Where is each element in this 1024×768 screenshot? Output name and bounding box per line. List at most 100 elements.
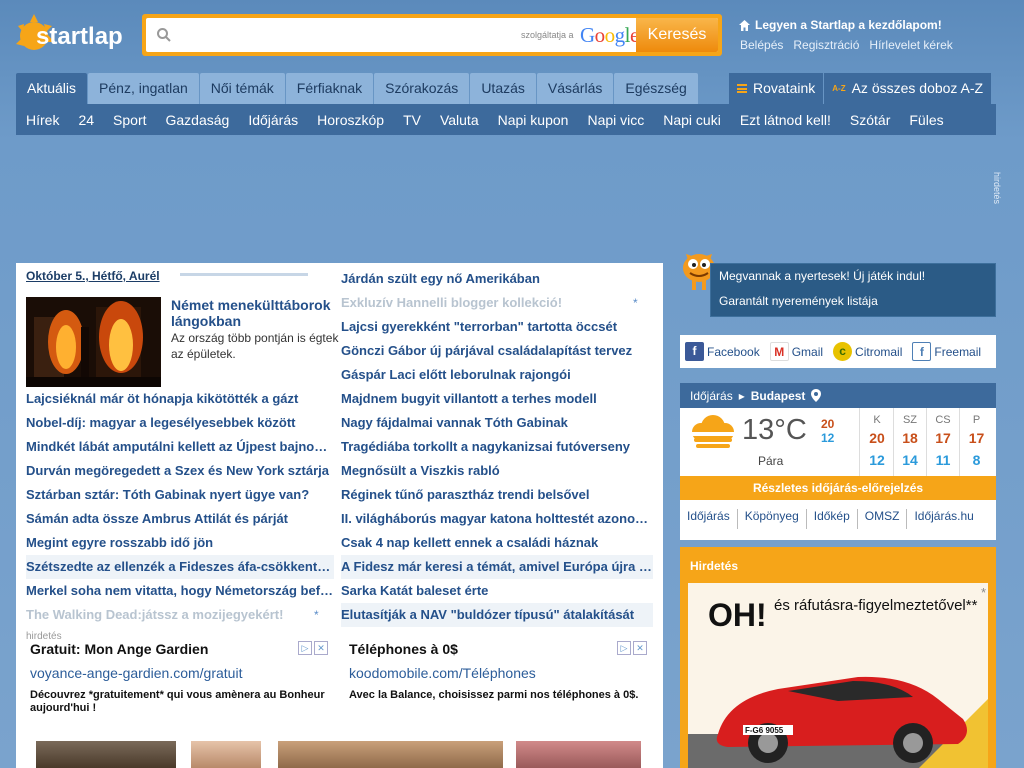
news-headline-link[interactable]: Járdán szült egy nő Amerikában — [341, 267, 653, 291]
news-headline-link[interactable]: Merkel soha nem vitatta, hogy Németorszá… — [26, 579, 334, 603]
thumbnail-image[interactable] — [36, 741, 176, 768]
news-headline-link[interactable]: Lajcsiéknál már öt hónapja kikötötték a … — [26, 387, 334, 411]
search-button[interactable]: Keresés — [636, 18, 718, 52]
text-ad-1[interactable]: Gratuit: Mon Ange Gardien voyance-ange-g… — [30, 641, 328, 731]
text-ad-2[interactable]: Téléphones à 0$ koodomobile.com/Téléphon… — [349, 641, 647, 731]
subnav-ezt-latnod-kell[interactable]: Ezt látnod kell! — [740, 112, 831, 128]
news-headline-link[interactable]: Gáspár Laci előtt leborulnak rajongói — [341, 363, 653, 387]
main-tabs: Aktuális Pénz, ingatlan Női témák Férfia… — [16, 73, 699, 104]
adchoices-icon[interactable]: ▷ — [298, 641, 312, 655]
tab-aktualis[interactable]: Aktuális — [16, 73, 88, 104]
ad-slogan: és ráfutásra-figyelmeztetővel** — [774, 597, 978, 614]
close-icon[interactable]: ✕ — [633, 641, 647, 655]
news-headline-link[interactable]: Mindkét lábát amputálni kellett az Újpes… — [26, 435, 334, 459]
register-link[interactable]: Regisztráció — [793, 38, 859, 52]
subnav-gazdasag[interactable]: Gazdaság — [166, 112, 230, 128]
gmail-link[interactable]: M Gmail — [769, 342, 823, 361]
news-headline-link[interactable]: Elutasítják a NAV "buldózer típusú" átal… — [341, 603, 653, 627]
tab-noi-temak[interactable]: Női témák — [199, 73, 285, 104]
set-homepage-link[interactable]: Legyen a Startlap a kezdőlapom! — [739, 18, 953, 32]
tab-utazas[interactable]: Utazás — [470, 73, 536, 104]
close-icon[interactable]: ✕ — [314, 641, 328, 655]
news-headline-link[interactable]: II. világháborús magyar katona holttesté… — [341, 507, 653, 531]
tab-szorakozas[interactable]: Szórakozás — [374, 73, 470, 104]
subnav-napi-vicc[interactable]: Napi vicc — [587, 112, 644, 128]
tab-penz-ingatlan[interactable]: Pénz, ingatlan — [88, 73, 199, 104]
news-headline-link[interactable]: Lajcsi gyerekként "terrorban" tartotta ö… — [341, 315, 653, 339]
az-icon: A-Z — [832, 84, 846, 93]
game-prizes-link[interactable]: Garantált nyeremények listája — [711, 289, 995, 314]
ad-url[interactable]: koodomobile.com/Téléphones — [349, 665, 647, 681]
news-headline-link[interactable]: Gönczi Gábor új párjával családalapítást… — [341, 339, 653, 363]
subnav-24[interactable]: 24 — [78, 112, 94, 128]
weather-link-idokep[interactable]: Időkép — [807, 509, 858, 529]
search-input[interactable] — [180, 24, 510, 46]
forecast-day[interactable]: SZ 18 14 — [894, 408, 927, 476]
tab-egeszseg[interactable]: Egészség — [614, 73, 698, 104]
all-boxes-button[interactable]: A-Z Az összes doboz A-Z — [824, 73, 992, 104]
forecast-day[interactable]: CS 17 11 — [927, 408, 960, 476]
subnav-napi-kupon[interactable]: Napi kupon — [498, 112, 569, 128]
promo-headline-link[interactable]: The Walking Dead:játssz a mozijegyekért! — [26, 603, 334, 627]
news-headline-link[interactable]: Sámán adta össze Ambrus Attilát és párjá… — [26, 507, 334, 531]
news-headline-link[interactable]: Sarka Katát baleset érte — [341, 579, 653, 603]
news-headline-link[interactable]: Szétszedte az ellenzék a Fideszes áfa-cs… — [26, 555, 334, 579]
login-link[interactable]: Belépés — [740, 38, 783, 52]
weather-link-koponyeg[interactable]: Köpönyeg — [738, 509, 807, 529]
tab-vasarlas[interactable]: Vásárlás — [536, 73, 614, 104]
ad-url[interactable]: voyance-ange-gardien.com/gratuit — [30, 665, 328, 681]
subnav-napi-cuki[interactable]: Napi cuki — [663, 112, 721, 128]
tab-ferfiaknak[interactable]: Férfiaknak — [285, 73, 374, 104]
location-pin-icon[interactable] — [811, 389, 822, 402]
news-headline-link[interactable]: Sztárban sztár: Tóth Gabinak nyert ügye … — [26, 483, 334, 507]
news-headline-link[interactable]: Csak 4 nap kellett ennek a családi házna… — [341, 531, 653, 555]
subnav-hirek[interactable]: Hírek — [26, 112, 59, 128]
weather-title[interactable]: Időjárás — [690, 389, 733, 403]
freemail-icon: f — [912, 342, 932, 361]
news-headline-link[interactable]: Megint egyre rosszabb idő jön — [26, 531, 334, 555]
detailed-forecast-button[interactable]: Részletes időjárás-előrejelzés — [680, 476, 996, 500]
subnav-szotar[interactable]: Szótár — [850, 112, 890, 128]
subnav-horoszkop[interactable]: Horoszkóp — [317, 112, 384, 128]
thumbnail-image[interactable] — [191, 741, 261, 768]
news-headline-link[interactable]: Durván megöregedett a Szex és New York s… — [26, 459, 334, 483]
ad-title[interactable]: Téléphones à 0$ — [349, 641, 647, 657]
weather-link-idojaras-hu[interactable]: Időjárás.hu — [907, 509, 980, 529]
news-headline-link[interactable]: Megnősült a Viszkis rabló — [341, 459, 653, 483]
news-headline-link[interactable]: A Fidesz már keresi a témát, amivel Euró… — [341, 555, 653, 579]
subnav-sport[interactable]: Sport — [113, 112, 146, 128]
facebook-link[interactable]: f Facebook — [685, 342, 760, 361]
weather-link-omsz[interactable]: OMSZ — [858, 509, 908, 529]
home-icon — [739, 19, 750, 31]
weather-city[interactable]: Budapest — [751, 389, 806, 403]
ad-title[interactable]: Gratuit: Mon Ange Gardien — [30, 641, 328, 657]
freemail-link[interactable]: f Freemail — [912, 342, 981, 361]
subnav-idojaras[interactable]: Időjárás — [248, 112, 298, 128]
display-ad-creative[interactable]: OH! és ráfutásra-figyelmeztetővel** * F-… — [688, 583, 988, 768]
newsletter-link[interactable]: Hírlevelet kérek — [869, 38, 952, 52]
featured-news-title[interactable]: Német menekülttáborok lángokban — [171, 297, 341, 329]
game-winners-link[interactable]: Megvannak a nyertesek! Új játék indul! — [711, 264, 995, 289]
forecast-day[interactable]: P 17 8 — [960, 408, 993, 476]
subnav-tv[interactable]: TV — [403, 112, 421, 128]
sections-menu-button[interactable]: Rovataink — [729, 73, 824, 104]
citromail-link[interactable]: c Citromail — [833, 342, 902, 361]
featured-news-image[interactable] — [26, 297, 161, 387]
thumbnail-image[interactable] — [278, 741, 503, 768]
weather-link-idojaras[interactable]: Időjárás — [680, 509, 738, 529]
subnav-fules[interactable]: Füles — [909, 112, 943, 128]
weather-condition: Pára — [758, 454, 784, 468]
news-headline-link[interactable]: Nagy fájdalmai vannak Tóth Gabinak — [341, 411, 653, 435]
adchoices-icon[interactable]: ▷ — [617, 641, 631, 655]
startlap-logo[interactable]: startlap — [14, 8, 126, 60]
thumbnail-image[interactable] — [516, 741, 641, 768]
news-headline-link[interactable]: Nobel-díj: magyar a legesélyesebbek közö… — [26, 411, 334, 435]
forecast-day[interactable]: K 20 12 — [861, 408, 894, 476]
red-car-image: F-G6 9055 — [688, 676, 988, 768]
news-headline-link[interactable]: Majdnem bugyit villantott a terhes model… — [341, 387, 653, 411]
promo-headline-link[interactable]: Exkluzív Hannelli blogger kollekció! — [341, 291, 653, 315]
subnav-valuta[interactable]: Valuta — [440, 112, 479, 128]
news-headline-link[interactable]: Tragédiába torkollt a nagykanizsai futóv… — [341, 435, 653, 459]
news-headline-link[interactable]: Réginek tűnő parasztház trendi belsővel — [341, 483, 653, 507]
fog-cloud-icon — [692, 415, 734, 448]
